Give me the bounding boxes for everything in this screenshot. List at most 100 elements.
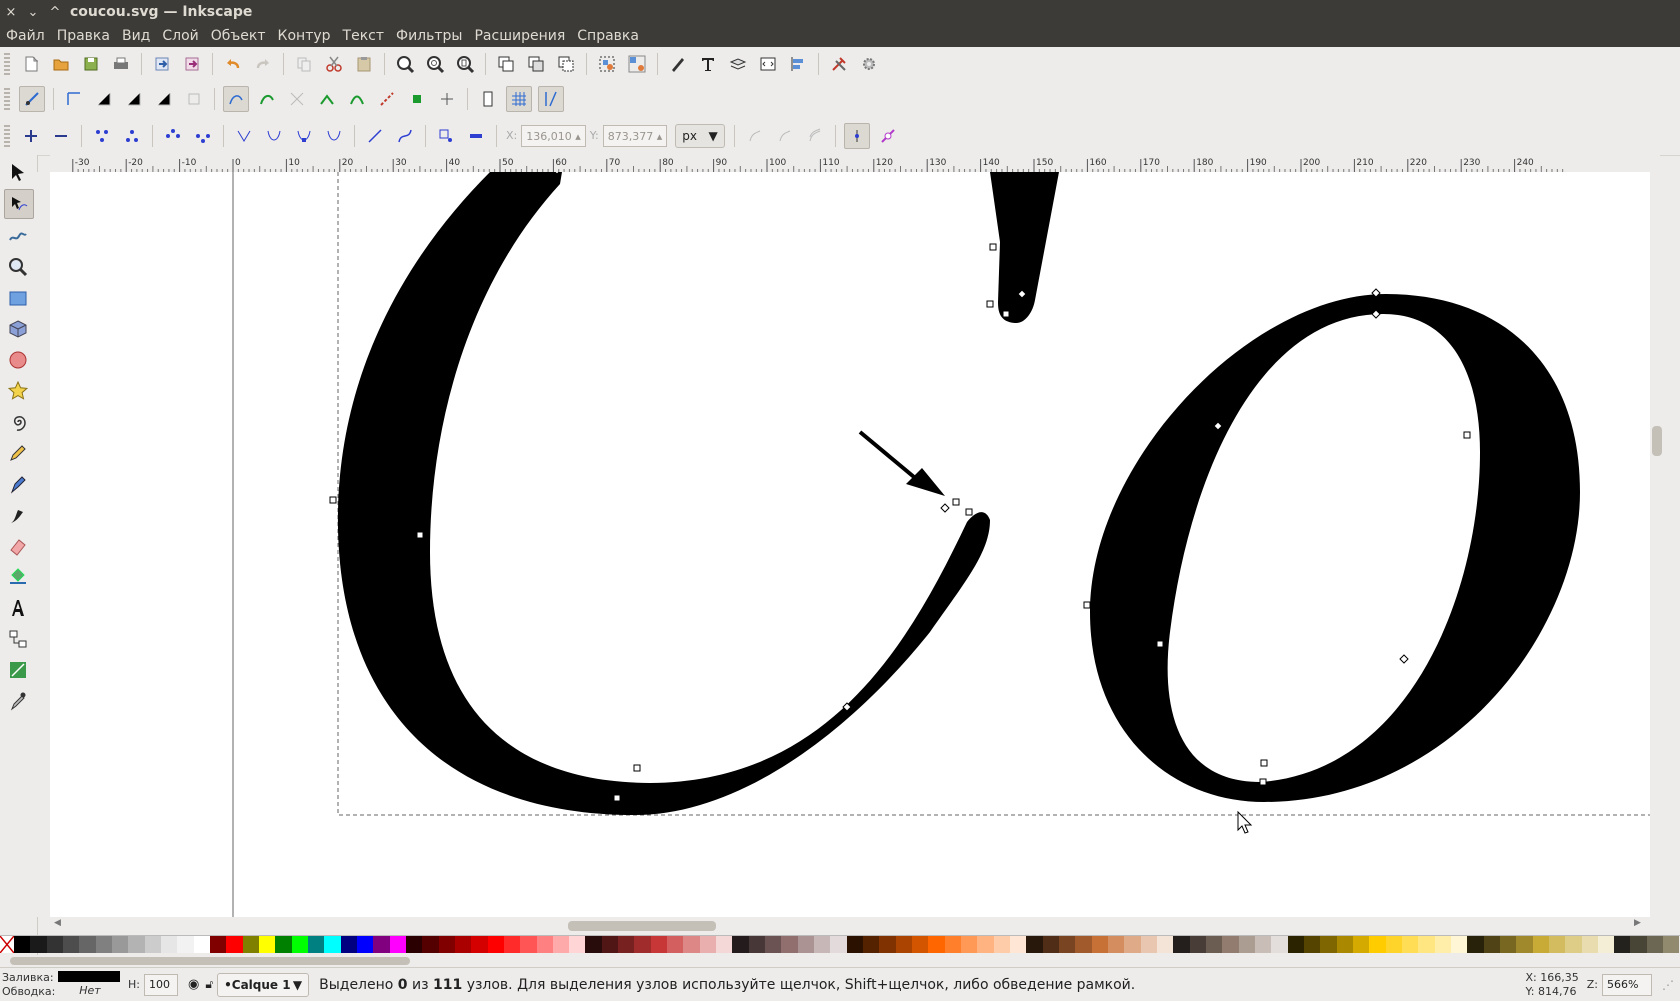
snap-page-button[interactable]	[476, 87, 500, 111]
text-tool[interactable]	[4, 594, 32, 622]
fill-swatch[interactable]	[58, 971, 120, 982]
opacity-input[interactable]: 100	[144, 974, 178, 996]
path-nodes[interactable]	[330, 172, 1470, 801]
path-node[interactable]	[987, 301, 993, 307]
snap-toggle-button[interactable]	[19, 86, 45, 112]
unit-select[interactable]: px ▼	[675, 124, 724, 148]
preferences-button[interactable]	[827, 52, 851, 76]
vertical-scroll-thumb[interactable]	[1652, 426, 1662, 456]
palette-swatch[interactable]	[422, 936, 438, 953]
zoom-tool[interactable]	[4, 253, 32, 281]
snap-cusp-button[interactable]	[315, 87, 339, 111]
palette-swatch[interactable]	[1484, 936, 1500, 953]
palette-swatch[interactable]	[1320, 936, 1336, 953]
join-nodes-button[interactable]	[90, 124, 114, 148]
palette-swatch[interactable]	[1337, 936, 1353, 953]
fill-stroke-button[interactable]	[666, 52, 690, 76]
palette-swatch[interactable]	[1435, 936, 1451, 953]
zoom-input[interactable]: 566%	[1602, 974, 1652, 996]
palette-swatch[interactable]	[161, 936, 177, 953]
pen-tool[interactable]	[4, 470, 32, 498]
palette-swatch[interactable]	[912, 936, 928, 953]
snap-intersection-button[interactable]	[285, 87, 309, 111]
node-auto-smooth-button[interactable]	[322, 124, 346, 148]
path-node[interactable]	[1464, 432, 1470, 438]
show-mask-button[interactable]	[876, 124, 900, 148]
dropper-tool[interactable]	[4, 687, 32, 715]
palette-swatch[interactable]	[537, 936, 553, 953]
palette-swatch[interactable]	[210, 936, 226, 953]
glyph-o[interactable]	[1090, 294, 1580, 802]
undo-button[interactable]	[221, 52, 245, 76]
palette-swatch[interactable]	[1418, 936, 1434, 953]
palette-swatch[interactable]	[357, 936, 373, 953]
palette-swatch[interactable]	[798, 936, 814, 953]
node-tool[interactable]	[4, 189, 34, 219]
palette-swatch[interactable]	[700, 936, 716, 953]
export-button[interactable]	[180, 52, 204, 76]
group-button[interactable]	[595, 52, 619, 76]
visibility-eye-icon[interactable]: ◉	[188, 977, 199, 992]
palette-swatch[interactable]	[1141, 936, 1157, 953]
menu-view[interactable]: Вид	[116, 28, 156, 44]
palette-swatch[interactable]	[1663, 936, 1679, 953]
palette-swatch[interactable]	[1304, 936, 1320, 953]
glyph-apostrophe[interactable]	[990, 172, 1059, 323]
palette-swatch[interactable]	[667, 936, 683, 953]
palette-swatch[interactable]	[879, 936, 895, 953]
palette-swatch[interactable]	[1108, 936, 1124, 953]
palette-swatch[interactable]	[1451, 936, 1467, 953]
duplicate-button[interactable]	[494, 52, 518, 76]
palette-swatch[interactable]	[553, 936, 569, 953]
palette-swatch[interactable]	[814, 936, 830, 953]
palette-swatch[interactable]	[1271, 936, 1287, 953]
show-outline-button[interactable]	[803, 124, 827, 148]
palette-swatch[interactable]	[896, 936, 912, 953]
palette-swatch[interactable]	[1222, 936, 1238, 953]
pencil-tool[interactable]	[4, 439, 32, 467]
menu-layer[interactable]: Слой	[156, 28, 204, 44]
star-tool[interactable]	[4, 377, 32, 405]
palette-swatch[interactable]	[1043, 936, 1059, 953]
palette-swatch[interactable]	[63, 936, 79, 953]
paste-button[interactable]	[352, 52, 376, 76]
path-node[interactable]	[634, 765, 640, 771]
resize-grip-icon[interactable]: ⋰	[1662, 978, 1674, 992]
palette-swatch[interactable]	[112, 936, 128, 953]
object-to-path-button[interactable]	[434, 124, 458, 148]
snap-bbox-midpoint-button[interactable]	[152, 87, 176, 111]
scroll-right-arrow-icon[interactable]: ▶	[1634, 918, 1641, 928]
connector-tool[interactable]	[4, 625, 32, 653]
palette-swatch[interactable]	[1010, 936, 1026, 953]
palette-swatch[interactable]	[994, 936, 1010, 953]
menu-object[interactable]: Объект	[205, 28, 272, 44]
palette-swatch[interactable]	[716, 936, 732, 953]
break-path-button[interactable]	[120, 124, 144, 148]
horizontal-ruler[interactable]: -30-20-100102030405060708090100110120130…	[50, 155, 1660, 173]
palette-swatch[interactable]	[1173, 936, 1189, 953]
snap-nodes-button[interactable]	[223, 86, 249, 112]
maximize-window-button[interactable]: ^	[44, 1, 66, 23]
palette-swatch[interactable]	[341, 936, 357, 953]
path-node[interactable]	[1260, 779, 1266, 785]
eraser-tool[interactable]	[4, 532, 32, 560]
ellipse-tool[interactable]	[4, 346, 32, 374]
palette-swatch[interactable]	[439, 936, 455, 953]
palette-swatch[interactable]	[602, 936, 618, 953]
selector-tool[interactable]	[4, 158, 32, 186]
segment-line-button[interactable]	[363, 124, 387, 148]
snap-paths-button[interactable]	[255, 87, 279, 111]
palette-swatch[interactable]	[194, 936, 210, 953]
delete-segment-button[interactable]	[191, 124, 215, 148]
menu-help[interactable]: Справка	[571, 28, 645, 44]
palette-swatch[interactable]	[847, 936, 863, 953]
palette-swatch[interactable]	[749, 936, 765, 953]
layers-button[interactable]	[726, 52, 750, 76]
palette-swatch[interactable]	[406, 936, 422, 953]
path-node[interactable]	[330, 497, 336, 503]
vertical-ruler[interactable]	[37, 172, 51, 917]
glyph-c[interactable]	[338, 172, 990, 815]
xml-editor-button[interactable]	[756, 52, 780, 76]
palette-swatch[interactable]	[634, 936, 650, 953]
palette-swatch[interactable]	[504, 936, 520, 953]
